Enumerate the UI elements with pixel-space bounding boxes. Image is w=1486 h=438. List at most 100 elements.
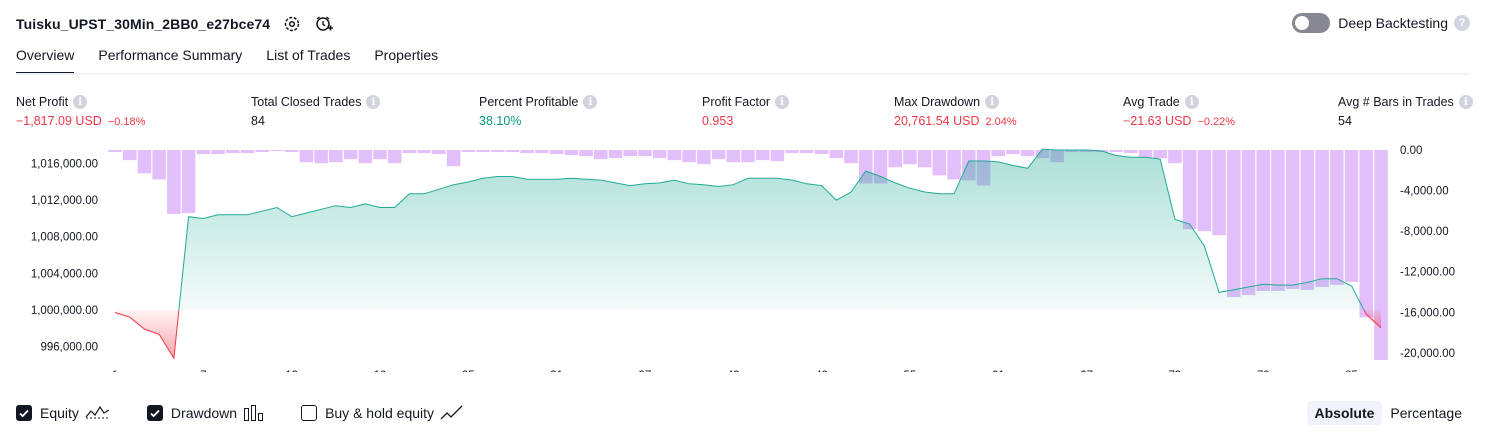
x-tick-label: 85 bbox=[1345, 370, 1358, 372]
metric-total-closed-trades: Total Closed Trades i 84 bbox=[251, 94, 381, 128]
x-tick-label: 31 bbox=[550, 370, 563, 372]
metric-avg-bars-in-trades: Avg # Bars in Trades i 54 bbox=[1338, 94, 1473, 128]
drawdown-bar bbox=[167, 150, 181, 214]
drawdown-bar bbox=[1123, 150, 1138, 154]
drawdown-bar bbox=[137, 150, 152, 174]
info-icon[interactable]: i bbox=[985, 95, 1000, 109]
drawdown-bar bbox=[947, 150, 961, 180]
drawdown-bar bbox=[1344, 150, 1359, 282]
x-tick-label: 43 bbox=[727, 370, 740, 372]
metric-label: Avg # Bars in Trades bbox=[1338, 95, 1454, 109]
add-alert-clock-icon[interactable] bbox=[314, 14, 334, 34]
x-tick-label: 37 bbox=[639, 370, 652, 372]
drawdown-bar bbox=[579, 150, 593, 157]
drawdown-bar bbox=[1109, 150, 1123, 153]
drawdown-bar bbox=[638, 150, 652, 157]
drawdown-bar bbox=[255, 150, 269, 153]
equity-checkbox[interactable] bbox=[16, 405, 32, 421]
legend-drawdown-label: Drawdown bbox=[170, 405, 238, 421]
drawdown-bar bbox=[770, 150, 785, 162]
drawdown-bar bbox=[1330, 150, 1344, 285]
drawdown-bar bbox=[108, 150, 122, 153]
equity-drawdown-chart: 1,016,000.00 1,012,000.00 1,008,000.00 1,00… bbox=[31, 145, 1455, 372]
legend-equity[interactable]: Equity bbox=[16, 404, 111, 422]
metric-percent: −0.18% bbox=[107, 116, 146, 128]
drawdown-bar bbox=[800, 150, 814, 154]
metric-profit-factor: Profit Factor i 0.953 bbox=[702, 94, 790, 128]
drawdown-bar bbox=[461, 150, 476, 153]
metric-label: Total Closed Trades bbox=[251, 95, 362, 109]
buy-hold-checkbox[interactable] bbox=[301, 405, 318, 421]
y-left-tick-label: 1,004,000.00 bbox=[31, 268, 98, 280]
buy-hold-line-icon bbox=[440, 404, 464, 422]
drawdown-bar bbox=[1153, 150, 1167, 159]
drawdown-bar bbox=[844, 150, 858, 164]
drawdown-bar bbox=[755, 150, 770, 161]
x-tick-label: 7 bbox=[200, 370, 206, 372]
metric-label: Max Drawdown bbox=[894, 95, 981, 109]
x-tick-label: 1 bbox=[112, 370, 118, 372]
x-tick-label: 19 bbox=[374, 370, 387, 372]
info-icon[interactable]: i bbox=[1184, 95, 1199, 109]
drawdown-bar bbox=[1168, 150, 1182, 164]
tab-overview[interactable]: Overview bbox=[16, 47, 75, 75]
drawdown-bar bbox=[888, 150, 902, 168]
drawdown-bar bbox=[476, 150, 490, 153]
tab-performance-summary[interactable]: Performance Summary bbox=[98, 47, 242, 75]
metric-value: −21.63 USD bbox=[1123, 114, 1192, 128]
drawdown-bar bbox=[225, 150, 240, 154]
drawdown-bar bbox=[608, 150, 623, 159]
y-right-tick-label: -8,000.00 bbox=[1400, 226, 1449, 238]
info-icon[interactable]: i bbox=[583, 95, 598, 109]
drawdown-bar bbox=[240, 150, 255, 154]
scale-mode-switch: Absolute Percentage bbox=[1306, 401, 1471, 425]
drawdown-bar bbox=[152, 150, 166, 180]
mode-percentage-button[interactable]: Percentage bbox=[1382, 401, 1470, 425]
drawdown-bar bbox=[726, 150, 741, 163]
drawdown-bar bbox=[814, 150, 829, 155]
x-tick-label: 55 bbox=[904, 370, 917, 372]
drawdown-bar bbox=[1197, 150, 1212, 232]
drawdown-bar bbox=[741, 150, 755, 163]
y-right-tick-label: -20,000.00 bbox=[1400, 348, 1455, 360]
drawdown-bar bbox=[829, 150, 844, 159]
drawdown-bar bbox=[623, 150, 638, 157]
tab-bar: Overview Performance Summary List of Tra… bbox=[16, 47, 462, 75]
x-tick-label: 67 bbox=[1080, 370, 1093, 372]
metric-label: Avg Trade bbox=[1123, 95, 1180, 109]
drawdown-bar bbox=[711, 150, 726, 160]
drawdown-bar bbox=[785, 150, 799, 154]
info-icon[interactable]: i bbox=[366, 95, 381, 109]
drawdown-bar bbox=[432, 150, 446, 155]
drawdown-bar bbox=[535, 150, 549, 154]
metric-net-profit: Net Profit i −1,817.09 USD −0.18% bbox=[16, 94, 145, 128]
drawdown-bar bbox=[1006, 150, 1020, 155]
legend-buy-hold-equity[interactable]: Buy & hold equity bbox=[301, 404, 464, 422]
settings-gear-icon[interactable] bbox=[282, 14, 302, 34]
info-icon[interactable]: i bbox=[1458, 95, 1473, 109]
tab-properties[interactable]: Properties bbox=[374, 47, 438, 75]
help-question-icon[interactable]: ? bbox=[1454, 15, 1470, 31]
drawdown-bar bbox=[1227, 150, 1241, 298]
drawdown-bar bbox=[314, 150, 328, 164]
legend-drawdown[interactable]: Drawdown bbox=[146, 404, 265, 422]
drawdown-bar bbox=[549, 150, 564, 155]
mode-absolute-button[interactable]: Absolute bbox=[1306, 401, 1383, 425]
drawdown-bar bbox=[122, 150, 137, 161]
tab-list-of-trades[interactable]: List of Trades bbox=[266, 47, 350, 75]
info-icon[interactable]: i bbox=[775, 95, 790, 109]
legend-equity-label: Equity bbox=[40, 405, 79, 421]
drawdown-bar bbox=[299, 150, 314, 163]
metric-value: 38.10% bbox=[479, 114, 522, 128]
x-tick-label: 13 bbox=[285, 370, 298, 372]
drawdown-bar bbox=[270, 150, 284, 152]
info-icon[interactable]: i bbox=[73, 95, 88, 109]
y-left-tick-label: 1,000,000.00 bbox=[31, 305, 98, 317]
drawdown-bar bbox=[1256, 150, 1271, 292]
metric-value: 54 bbox=[1338, 114, 1352, 128]
y-right-tick-label: -12,000.00 bbox=[1400, 267, 1455, 279]
drawdown-checkbox[interactable] bbox=[146, 405, 163, 421]
drawdown-bar bbox=[505, 150, 520, 153]
deep-backtesting-toggle[interactable] bbox=[1292, 13, 1331, 33]
drawdown-bar bbox=[1182, 150, 1197, 230]
